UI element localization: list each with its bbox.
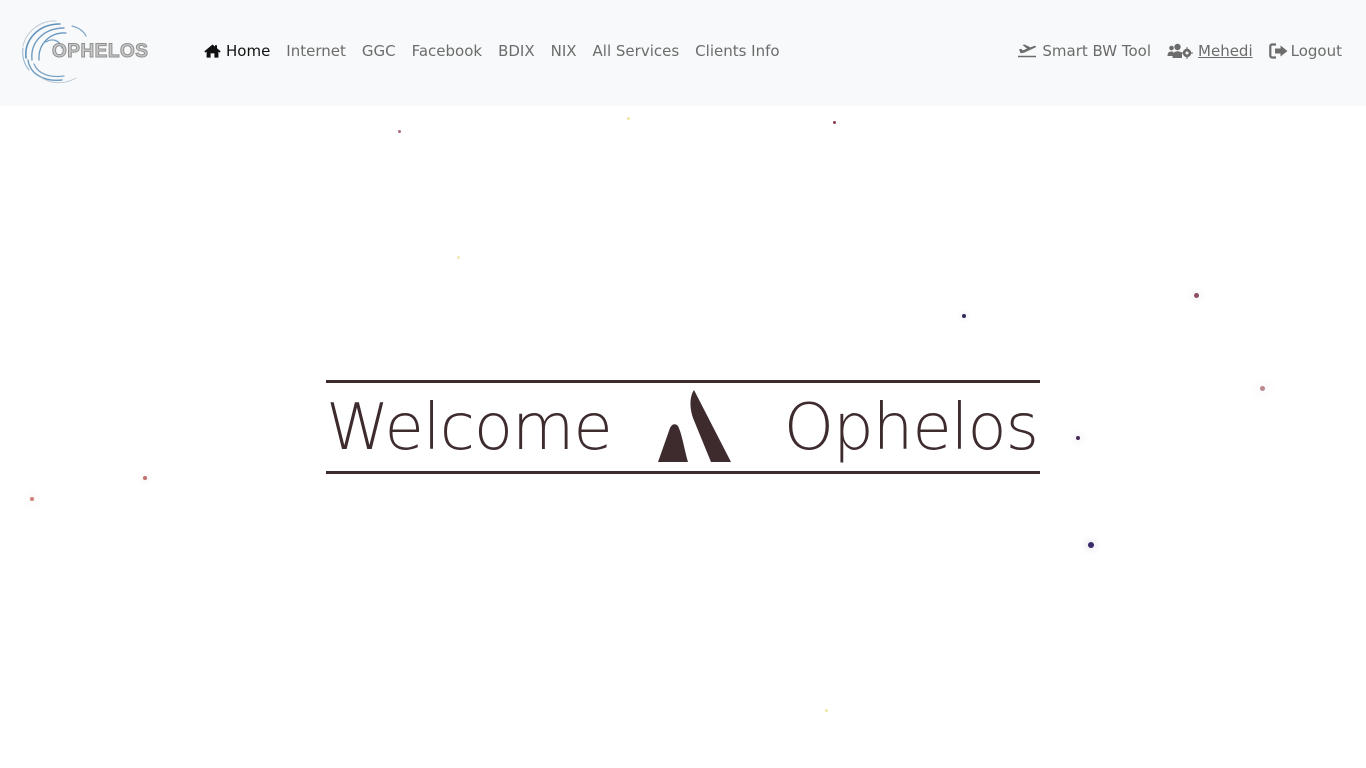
- user-menu-link[interactable]: Mehedi: [1159, 42, 1261, 60]
- nav-internet[interactable]: Internet: [278, 42, 354, 60]
- user-name-label: Mehedi: [1198, 42, 1253, 60]
- nav-facebook-label: Facebook: [411, 42, 483, 60]
- particle: [30, 497, 34, 501]
- smart-bw-tool-label: Smart BW Tool: [1042, 42, 1152, 60]
- particle: [457, 256, 460, 259]
- particle: [962, 314, 966, 318]
- particle: [1194, 293, 1199, 298]
- user-nav: Smart BW Tool Mehedi Logout: [1009, 39, 1350, 63]
- nav-clients-info[interactable]: Clients Info: [687, 42, 787, 60]
- banner-bottom-rule: [326, 471, 1040, 474]
- nav-ggc-label: GGC: [361, 42, 396, 60]
- users-gear-icon: [1167, 43, 1193, 59]
- main-nav: Home Internet GGC Facebook BDIX NIX All …: [196, 39, 788, 63]
- nav-home[interactable]: Home: [196, 42, 278, 60]
- sign-out-icon: [1268, 43, 1289, 59]
- nav-home-label: Home: [226, 42, 271, 60]
- nav-all-services-label: All Services: [592, 42, 680, 60]
- banner-top-rule: [326, 380, 1040, 383]
- particle: [1076, 436, 1080, 440]
- logout-label: Logout: [1290, 42, 1342, 60]
- nav-internet-label: Internet: [286, 42, 346, 60]
- particle: [825, 709, 828, 712]
- plane-departure-icon: [1017, 44, 1037, 58]
- brand-logo[interactable]: OPHELOS: [20, 18, 152, 86]
- top-navbar: OPHELOS Home Internet GGC Facebook BDIX …: [0, 0, 1366, 106]
- particle: [1260, 386, 1265, 391]
- particle: [1088, 542, 1094, 548]
- nav-bdix[interactable]: BDIX: [490, 42, 543, 60]
- nav-nix[interactable]: NIX: [543, 42, 585, 60]
- nav-ggc[interactable]: GGC: [354, 42, 404, 60]
- particle: [398, 130, 401, 133]
- nav-bdix-label: BDIX: [498, 42, 535, 60]
- brand-wordmark: OPHELOS: [51, 41, 149, 63]
- smart-bw-tool-link[interactable]: Smart BW Tool: [1009, 42, 1159, 60]
- nav-all-services[interactable]: All Services: [585, 42, 688, 60]
- welcome-banner: Welcome Ophelos: [326, 380, 1040, 474]
- logout-link[interactable]: Logout: [1261, 42, 1350, 60]
- particle: [143, 476, 147, 480]
- nav-clients-info-label: Clients Info: [695, 42, 780, 60]
- nav-facebook[interactable]: Facebook: [404, 42, 490, 60]
- ophelos-word: Ophelos: [783, 391, 1039, 465]
- nav-nix-label: NIX: [550, 42, 577, 60]
- particle: [833, 121, 836, 124]
- welcome-word: Welcome: [326, 391, 613, 465]
- home-icon: [204, 44, 221, 58]
- particle: [627, 117, 630, 120]
- atlassian-logo-icon: [658, 390, 731, 462]
